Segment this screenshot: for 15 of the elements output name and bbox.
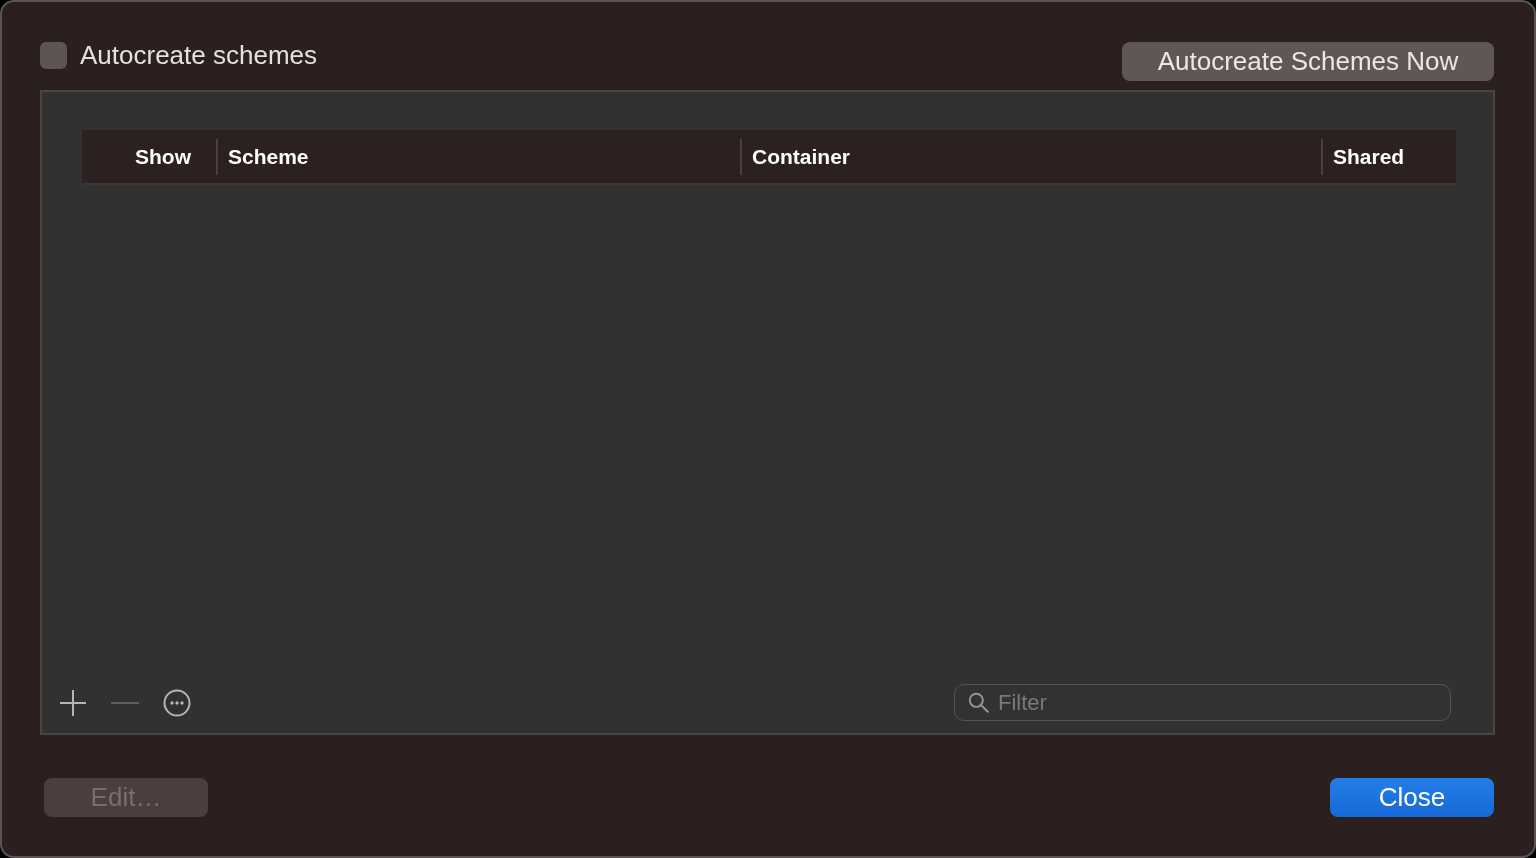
autocreate-label[interactable]: Autocreate schemes — [80, 40, 317, 70]
more-button[interactable] — [163, 688, 191, 717]
column-header[interactable]: Shared — [1333, 144, 1405, 169]
filter-field[interactable]: Filter — [954, 684, 1451, 721]
column-header[interactable]: Scheme — [228, 144, 309, 169]
ellipsis-circle-icon — [163, 688, 191, 717]
autocreate-checkbox[interactable] — [40, 41, 67, 69]
plus-icon — [59, 688, 87, 717]
search-icon — [968, 692, 989, 713]
autocreate-now-button[interactable]: Autocreate Schemes Now — [1122, 42, 1494, 81]
minus-icon — [111, 701, 139, 704]
column-header[interactable]: Container — [752, 144, 850, 169]
close-button[interactable]: Close — [1330, 778, 1494, 817]
add-button[interactable] — [59, 688, 87, 717]
column-header[interactable]: Show — [135, 144, 191, 169]
